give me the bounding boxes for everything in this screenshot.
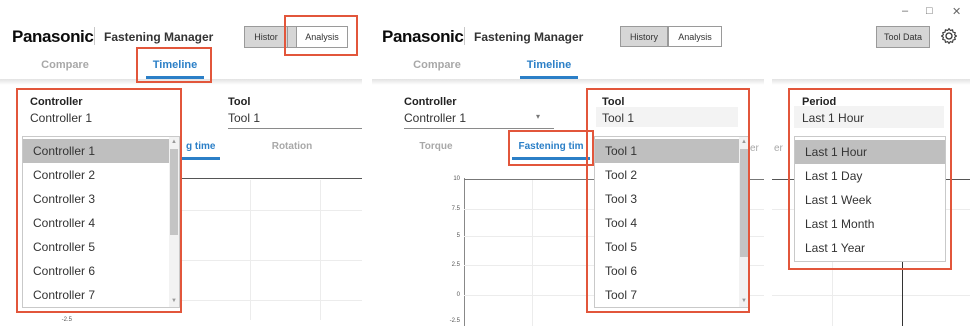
dropdown-item[interactable]: Controller 5 — [23, 235, 169, 259]
app-title: Fastening Manager — [474, 30, 584, 44]
scrollbar-thumb[interactable] — [740, 149, 748, 257]
controller-select-underline — [404, 128, 554, 129]
y-tick-label: 10 — [453, 176, 460, 182]
y-tick-label: 5 — [456, 233, 460, 239]
chart-grid-h — [180, 260, 362, 261]
chart-top-line — [180, 178, 362, 179]
analysis-button[interactable]: Analysis — [296, 26, 348, 48]
header-divider — [94, 27, 95, 45]
history-button[interactable]: History — [620, 26, 668, 47]
y-tick-label: 2.5 — [451, 262, 460, 268]
header-shadow — [772, 79, 970, 85]
panel-controller-dropdown: Panasonic Fastening Manager Histor Analy… — [0, 0, 362, 326]
dropdown-item[interactable]: Controller 7 — [23, 283, 169, 307]
chart-y-axis — [464, 178, 465, 326]
chart-grid-v — [320, 180, 321, 320]
dropdown-item[interactable]: Last 1 Day — [795, 164, 945, 188]
y-tick-label: -2.5 — [449, 318, 460, 324]
chevron-down-icon[interactable]: ▾ — [536, 112, 540, 121]
tool-select-underline — [228, 128, 362, 129]
chart-grid-h — [180, 210, 362, 211]
controller-label: Controller — [30, 96, 83, 108]
scroll-up-icon[interactable]: ▲ — [740, 138, 748, 146]
y-tick-label: 0 — [456, 292, 460, 298]
subtab-torque[interactable]: Torque — [406, 141, 466, 152]
dropdown-item[interactable]: Last 1 Hour — [795, 140, 945, 164]
scroll-up-icon[interactable]: ▲ — [170, 138, 178, 146]
tool-data-button[interactable]: Tool Data — [876, 26, 930, 48]
scrollbar-thumb[interactable] — [170, 149, 178, 235]
partial-tab-label: er — [774, 143, 783, 154]
history-button[interactable]: Histor — [244, 26, 288, 48]
header-divider — [464, 27, 465, 45]
dropdown-item[interactable]: Tool 7 — [595, 283, 739, 307]
dropdown-item[interactable]: Controller 4 — [23, 211, 169, 235]
tab-timeline[interactable]: Timeline — [514, 59, 584, 71]
dropdown-item[interactable]: Controller 2 — [23, 163, 169, 187]
app-title: Fastening Manager — [104, 30, 214, 44]
tool-label: Tool — [228, 96, 251, 108]
dropdown-item[interactable]: Tool 5 — [595, 235, 739, 259]
controller-select-value[interactable]: Controller 1 — [404, 111, 466, 125]
controller-dropdown-list[interactable]: Controller 1 Controller 2 Controller 3 C… — [22, 136, 180, 308]
tool-dropdown-list[interactable]: Tool 1 Tool 2 Tool 3 Tool 4 Tool 5 Tool … — [594, 136, 750, 308]
analysis-button[interactable]: Analysis — [668, 26, 722, 47]
controller-select-value[interactable]: Controller 1 — [30, 111, 92, 125]
minimize-button[interactable]: – — [902, 5, 908, 17]
chart-grid-h — [180, 300, 362, 301]
dropdown-item[interactable]: Controller 1 — [23, 139, 169, 163]
scroll-down-icon[interactable]: ▼ — [740, 297, 748, 305]
panasonic-logo: Panasonic — [12, 27, 94, 46]
tab-timeline[interactable]: Timeline — [140, 59, 210, 71]
chart-marker-line — [902, 262, 903, 326]
dropdown-item[interactable]: Tool 2 — [595, 163, 739, 187]
tab-compare[interactable]: Compare — [30, 59, 100, 71]
segment-divider — [288, 26, 296, 48]
panasonic-logo: Panasonic — [382, 27, 464, 46]
panel-period-dropdown: – □ ✕ Tool Data er Period Last 1 Hour La… — [772, 0, 970, 326]
header-shadow — [0, 79, 362, 85]
close-button[interactable]: ✕ — [952, 5, 961, 18]
dropdown-item[interactable]: Controller 6 — [23, 259, 169, 283]
period-select-value[interactable]: Last 1 Hour — [802, 111, 864, 125]
dropdown-item[interactable]: Tool 3 — [595, 187, 739, 211]
tab-compare[interactable]: Compare — [402, 59, 472, 71]
subtab-rotation[interactable]: Rotation — [262, 141, 322, 152]
partial-tab-label: er — [750, 143, 759, 154]
tool-select-value[interactable]: Tool 1 — [602, 111, 634, 125]
chart-grid-v — [250, 180, 251, 320]
panel-tool-dropdown: Panasonic Fastening Manager History Anal… — [372, 0, 764, 326]
dropdown-item[interactable]: Controller 3 — [23, 187, 169, 211]
maximize-button[interactable]: □ — [926, 5, 933, 17]
chart-grid-h — [772, 295, 970, 296]
dropdown-item[interactable]: Tool 1 — [595, 139, 739, 163]
gear-icon[interactable] — [940, 27, 958, 45]
controller-label: Controller — [404, 96, 457, 108]
subtab-fastening-indicator — [182, 157, 220, 160]
dropdown-item[interactable]: Last 1 Month — [795, 212, 945, 236]
dropdown-item[interactable]: Tool 4 — [595, 211, 739, 235]
dropdown-item[interactable]: Last 1 Week — [795, 188, 945, 212]
y-tick-label: -2.5 — [61, 317, 72, 323]
header-shadow — [372, 79, 764, 85]
dropdown-item[interactable]: Tool 6 — [595, 259, 739, 283]
y-tick-label: 7.5 — [451, 206, 460, 212]
subtab-fastening-time[interactable]: g time — [186, 141, 220, 152]
scroll-down-icon[interactable]: ▼ — [170, 297, 178, 305]
chart-grid-v — [532, 180, 533, 326]
period-dropdown-list[interactable]: Last 1 Hour Last 1 Day Last 1 Week Last … — [794, 136, 946, 262]
subtab-fastening-indicator — [512, 157, 590, 160]
dropdown-item[interactable]: Last 1 Year — [795, 236, 945, 260]
subtab-fastening-time[interactable]: Fastening tim — [512, 141, 590, 152]
tool-select-value[interactable]: Tool 1 — [228, 111, 260, 125]
